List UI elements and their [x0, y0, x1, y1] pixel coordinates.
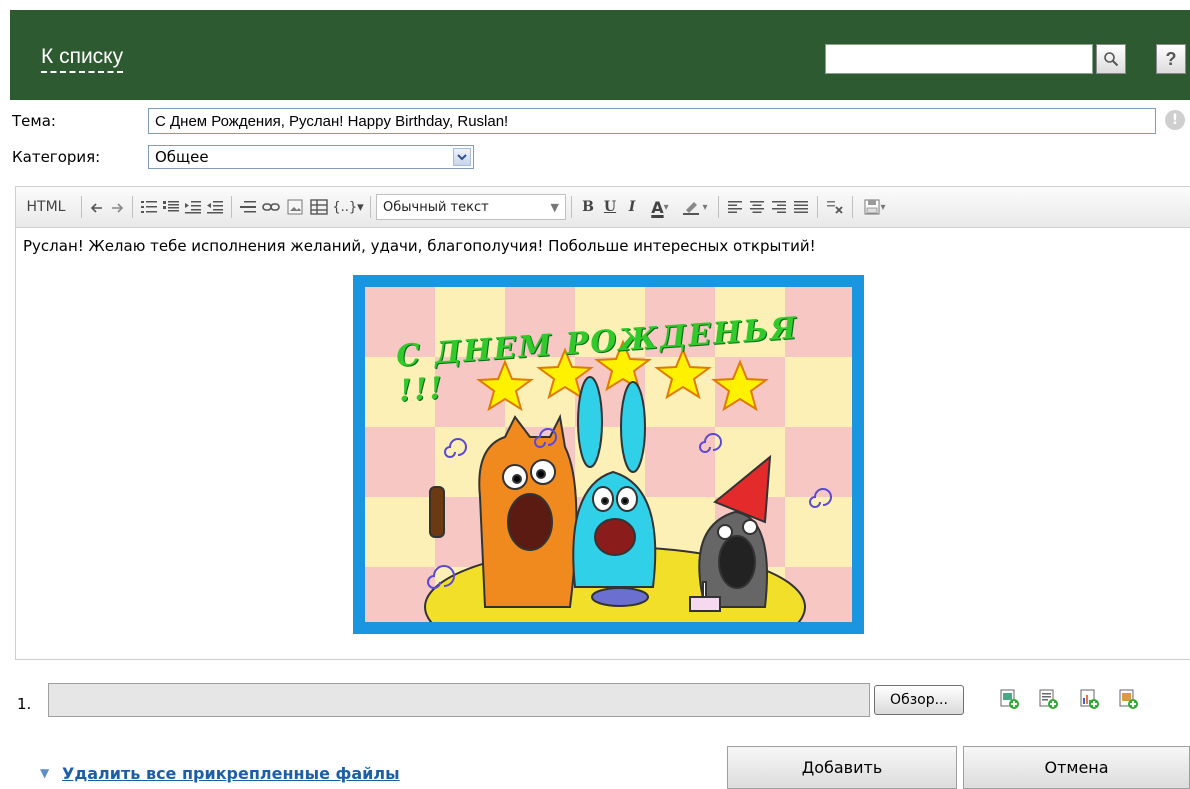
warning-icon: ! [1165, 110, 1185, 130]
code-snippet-icon[interactable]: {..}▾ [331, 194, 365, 220]
birthday-card-image: С ДНЕМ РОЖДЕНЬЯ !!! [353, 275, 864, 634]
paragraph-style-value: Обычный текст [383, 199, 489, 215]
toolbar-divider [132, 196, 133, 218]
category-selected-value: Общее [155, 148, 209, 166]
align-justify-icon[interactable] [790, 194, 812, 220]
highlighter-icon [683, 202, 700, 215]
toolbar-divider [231, 196, 232, 218]
chevron-down-icon[interactable] [453, 148, 471, 166]
link-icon[interactable] [259, 194, 283, 220]
editor-toolbar: HTML {..}▾ Обычный текст ▼ B U I A ▾ ▾ ▾ [16, 187, 1190, 228]
align-left-icon[interactable] [724, 194, 746, 220]
highlight-color-button[interactable]: ▾ [677, 194, 713, 220]
html-mode-button[interactable]: HTML [16, 194, 76, 220]
add-button[interactable]: Добавить [727, 746, 957, 789]
numbered-list-icon[interactable] [160, 194, 182, 220]
toolbar-divider [817, 196, 818, 218]
search-icon [1104, 52, 1119, 67]
save-icon[interactable]: ▾ [858, 194, 892, 220]
add-document-icon[interactable] [1037, 688, 1059, 710]
align-center-icon[interactable] [746, 194, 768, 220]
add-presentation-icon[interactable] [1117, 688, 1139, 710]
card-checker-background: С ДНЕМ РОЖДЕНЬЯ !!! [365, 287, 852, 634]
category-select[interactable]: Общее [148, 145, 474, 169]
browse-button[interactable]: Обзор... [874, 685, 964, 715]
attachment-row-number: 1. [17, 695, 32, 713]
back-to-list-link[interactable]: К списку [41, 44, 124, 73]
subject-input[interactable] [148, 108, 1156, 134]
toolbar-divider [852, 196, 853, 218]
search-input[interactable] [825, 44, 1093, 74]
category-label: Категория: [12, 148, 101, 166]
chevron-down-icon: ▼ [40, 766, 50, 780]
horizontal-rule-icon[interactable] [237, 194, 259, 220]
redo-icon[interactable] [107, 194, 127, 220]
clear-format-icon[interactable] [823, 194, 847, 220]
bullet-list-icon[interactable] [138, 194, 160, 220]
outdent-icon[interactable] [204, 194, 226, 220]
subject-label: Тема: [12, 112, 56, 130]
toolbar-divider [718, 196, 719, 218]
undo-icon[interactable] [87, 194, 107, 220]
toolbar-divider [370, 196, 371, 218]
indent-icon[interactable] [182, 194, 204, 220]
image-icon[interactable] [283, 194, 307, 220]
attachment-file-input[interactable] [48, 683, 870, 717]
toolbar-divider [81, 196, 82, 218]
table-icon[interactable] [307, 194, 331, 220]
italic-button[interactable]: I [621, 194, 643, 220]
add-image-file-icon[interactable] [998, 688, 1020, 710]
align-right-icon[interactable] [768, 194, 790, 220]
font-color-icon: A [651, 197, 664, 217]
font-color-button[interactable]: A ▾ [643, 194, 677, 220]
search-button[interactable] [1096, 44, 1126, 74]
chevron-down-icon: ▼ [550, 200, 559, 214]
add-chart-icon[interactable] [1078, 688, 1100, 710]
bold-button[interactable]: B [577, 194, 599, 220]
rich-text-editor: HTML {..}▾ Обычный текст ▼ B U I A ▾ ▾ ▾… [15, 186, 1190, 660]
underline-button[interactable]: U [599, 194, 621, 220]
remove-all-attachments-link[interactable]: Удалить все прикрепленные файлы [62, 764, 400, 783]
help-button[interactable]: ? [1156, 44, 1186, 74]
paragraph-style-select[interactable]: Обычный текст ▼ [376, 194, 566, 220]
toolbar-divider [571, 196, 572, 218]
top-header-bar: К списку ? [10, 10, 1190, 100]
cancel-button[interactable]: Отмена [963, 746, 1190, 789]
message-body-text: Руслан! Желаю тебе исполнения желаний, у… [23, 237, 816, 255]
